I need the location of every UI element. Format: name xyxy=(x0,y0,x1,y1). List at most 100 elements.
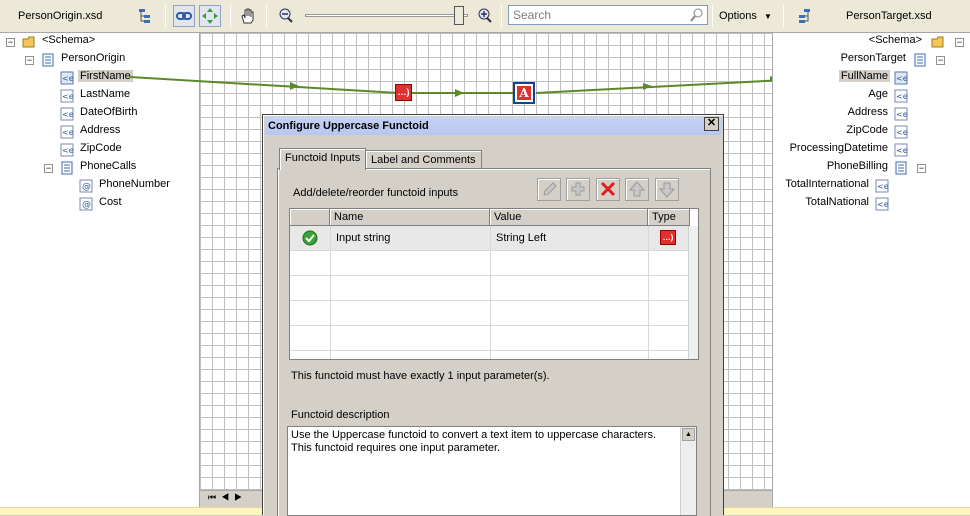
link-functoid-icon: …) xyxy=(660,230,676,245)
tab-label: Label and Comments xyxy=(371,154,476,166)
target-root-node[interactable]: <Schema> xyxy=(867,34,924,46)
zoom-slider-track[interactable] xyxy=(305,14,468,17)
svg-text:<e: <e xyxy=(877,200,889,209)
zoom-in-button[interactable] xyxy=(474,5,496,27)
target-field-node[interactable]: FullName xyxy=(838,70,890,82)
concatenate-functoid[interactable]: …) xyxy=(395,84,412,101)
svg-text:<e: <e xyxy=(62,110,74,119)
description-heading: Functoid description xyxy=(291,409,390,421)
collapse-icon[interactable]: − xyxy=(25,56,34,65)
link-mode-button[interactable] xyxy=(173,5,195,27)
target-field-node[interactable]: TotalNational xyxy=(803,196,871,208)
column-header[interactable]: Type xyxy=(648,209,690,226)
input-value-cell: String Left xyxy=(496,232,547,244)
svg-text:<e: <e xyxy=(896,110,908,119)
column-header[interactable]: Value xyxy=(490,209,648,226)
constraint-note: This functoid must have exactly 1 input … xyxy=(291,370,550,382)
dialog-title: Configure Uppercase Functoid xyxy=(268,120,429,132)
source-field-node[interactable]: FirstName xyxy=(78,70,133,82)
target-record-node[interactable]: PhoneBilling xyxy=(825,160,890,172)
column-header-label: Value xyxy=(494,211,522,223)
linked-field-icon: <e xyxy=(60,71,74,85)
zoom-in-icon xyxy=(478,8,492,23)
field-icon: <e xyxy=(875,197,889,211)
mapper-toolbar: PersonOrigin.xsd Search Options ▼ Person… xyxy=(0,0,970,33)
tab-functoid-inputs[interactable]: Functoid Inputs xyxy=(279,148,367,170)
description-scrollbar[interactable]: ▲ xyxy=(680,427,696,515)
folder-icon xyxy=(931,36,944,48)
target-field-node[interactable]: Address xyxy=(846,106,890,118)
source-attribute-node[interactable]: PhoneNumber xyxy=(97,178,172,190)
edit-input-button[interactable] xyxy=(537,178,561,201)
source-attribute-node[interactable]: Cost xyxy=(97,196,124,208)
zoom-out-button[interactable] xyxy=(275,5,297,27)
search-button[interactable] xyxy=(688,7,706,23)
chain-link-icon xyxy=(176,12,192,20)
move-up-button[interactable] xyxy=(625,178,649,201)
column-divider xyxy=(490,226,491,359)
record-icon xyxy=(42,53,54,67)
collapse-icon[interactable]: − xyxy=(44,164,53,173)
field-icon: <e xyxy=(894,125,908,139)
source-root-node[interactable]: <Schema> xyxy=(40,34,97,46)
add-input-button[interactable] xyxy=(566,178,590,201)
field-icon: <e xyxy=(60,107,74,121)
source-field-node[interactable]: DateOfBirth xyxy=(78,106,139,118)
source-field-node[interactable]: ZipCode xyxy=(78,142,124,154)
check-icon xyxy=(302,230,318,246)
tab-label-and-comments[interactable]: Label and Comments xyxy=(365,150,482,170)
field-icon: <e xyxy=(894,143,908,157)
delete-input-button[interactable] xyxy=(596,178,620,201)
description-text: Use the Uppercase functoid to convert a … xyxy=(291,429,657,454)
source-tree-options-button[interactable] xyxy=(134,5,156,27)
field-icon: <e xyxy=(894,107,908,121)
functoid-inputs-table: Name Value Type Input string String Left… xyxy=(289,208,699,360)
hand-icon xyxy=(241,8,254,24)
page-nav-arrows-icon[interactable]: ⏮◀▶ xyxy=(208,492,247,503)
record-icon xyxy=(895,161,907,175)
target-tree-options-button[interactable] xyxy=(793,5,815,27)
search-placeholder: Search xyxy=(513,8,552,22)
target-schema-tree: <Schema> − PersonTarget − FullName <e Ag… xyxy=(772,33,970,515)
field-icon: <e xyxy=(60,143,74,157)
functoid-glyph: …) xyxy=(397,87,410,97)
svg-text:@: @ xyxy=(82,200,91,210)
pan-button[interactable] xyxy=(237,5,259,27)
field-icon: <e xyxy=(60,89,74,103)
table-scrollbar[interactable] xyxy=(688,226,698,359)
target-field-node[interactable]: ProcessingDatetime xyxy=(788,142,890,154)
zoom-slider-thumb[interactable] xyxy=(454,6,464,25)
target-field-node[interactable]: TotalInternational xyxy=(783,178,871,190)
functoid-description-textarea[interactable]: Use the Uppercase functoid to convert a … xyxy=(287,426,697,516)
svg-text:<e: <e xyxy=(896,146,908,155)
collapse-icon[interactable]: − xyxy=(955,38,964,47)
scroll-up-icon[interactable]: ▲ xyxy=(682,428,695,441)
source-field-node[interactable]: Address xyxy=(78,124,122,136)
source-field-node[interactable]: LastName xyxy=(78,88,132,100)
column-header[interactable]: Name xyxy=(330,209,490,226)
target-field-node[interactable]: Age xyxy=(866,88,890,100)
target-record-node[interactable]: PersonTarget xyxy=(839,52,908,64)
column-header-label: Name xyxy=(334,211,364,223)
move-down-button[interactable] xyxy=(655,178,679,201)
expand-arrows-icon xyxy=(202,8,218,24)
options-menu[interactable]: Options ▼ xyxy=(719,10,772,22)
svg-text:<e: <e xyxy=(62,74,74,83)
source-record-node[interactable]: PersonOrigin xyxy=(59,52,127,64)
search-input[interactable]: Search xyxy=(508,5,708,25)
target-field-node[interactable]: ZipCode xyxy=(844,124,890,136)
record-icon xyxy=(914,53,926,67)
source-record-node[interactable]: PhoneCalls xyxy=(78,160,138,172)
uppercase-functoid[interactable]: A xyxy=(513,82,535,104)
svg-text:<e: <e xyxy=(62,146,74,155)
collapse-icon[interactable]: − xyxy=(6,38,15,47)
close-button[interactable]: ✕ xyxy=(704,117,719,131)
grid-preview-button[interactable] xyxy=(199,5,221,27)
collapse-icon[interactable]: − xyxy=(936,56,945,65)
collapse-icon[interactable]: − xyxy=(917,164,926,173)
attribute-icon: @ xyxy=(79,179,93,193)
svg-text:<e: <e xyxy=(896,74,908,83)
dialog-title-bar[interactable]: Configure Uppercase Functoid xyxy=(265,117,721,135)
target-schema-title: PersonTarget.xsd xyxy=(846,10,932,22)
folder-icon xyxy=(22,36,35,48)
